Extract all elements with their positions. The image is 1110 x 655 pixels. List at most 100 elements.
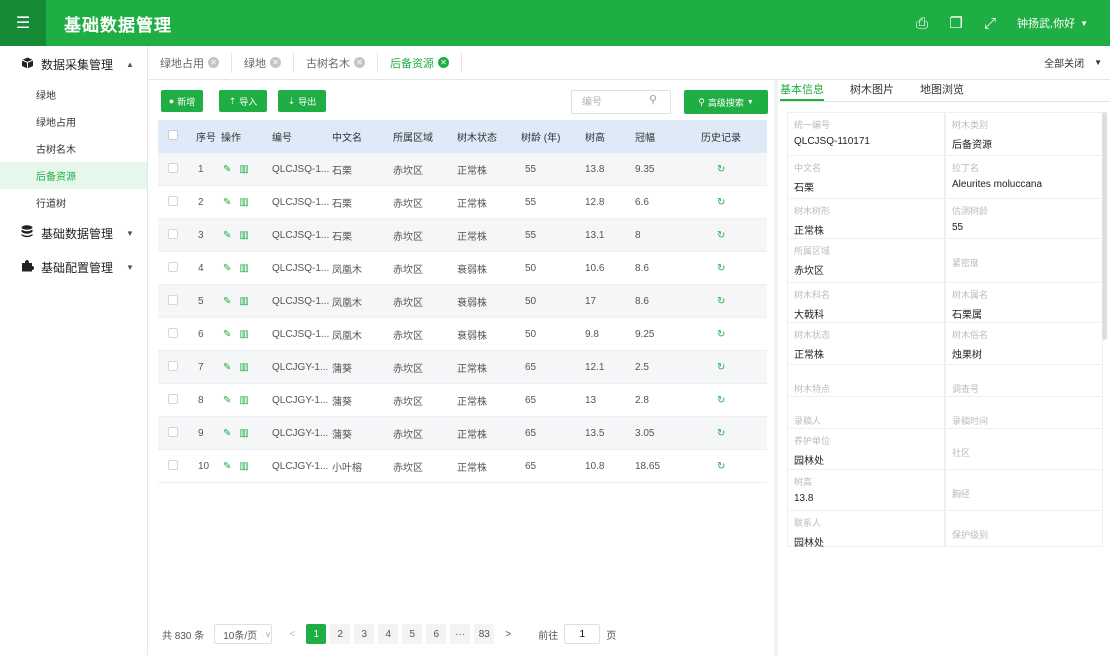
edit-icon[interactable]: ✎: [223, 329, 231, 340]
close-icon[interactable]: ✕: [438, 57, 449, 68]
page-number-button[interactable]: 4: [378, 624, 399, 644]
page-number-button[interactable]: 5: [402, 624, 423, 644]
page-number-button[interactable]: 2: [330, 624, 351, 644]
detail-scrollbar[interactable]: [1102, 112, 1107, 340]
row-checkbox[interactable]: [168, 261, 178, 272]
history-icon[interactable]: ↻: [717, 296, 725, 307]
column-header[interactable]: 编号: [269, 129, 332, 144]
select-all-checkbox[interactable]: [168, 130, 178, 140]
prev-page-button[interactable]: <: [282, 624, 302, 644]
close-icon[interactable]: ✕: [270, 57, 281, 68]
next-page-button[interactable]: >: [498, 624, 518, 644]
delete-icon[interactable]: ▥: [239, 230, 248, 241]
delete-icon[interactable]: ▥: [239, 428, 248, 439]
column-header[interactable]: 中文名: [332, 129, 393, 144]
edit-icon[interactable]: ✎: [223, 428, 231, 439]
delete-icon[interactable]: ▥: [239, 296, 248, 307]
edit-icon[interactable]: ✎: [223, 296, 231, 307]
delete-icon[interactable]: ▥: [239, 164, 248, 175]
import-button[interactable]: ⇡ 导入: [219, 90, 267, 112]
table-row[interactable]: 1 ✎ ▥ QLCJSQ-1... 石栗 赤坎区 正常株 55 13.8 9.35 ↻: [158, 153, 767, 186]
column-header[interactable]: 历史记录: [695, 129, 755, 144]
menu-group-basic-data[interactable]: 基础数据管理 ▼: [0, 216, 147, 250]
row-checkbox[interactable]: [168, 393, 178, 404]
row-checkbox[interactable]: [168, 228, 178, 239]
delete-icon[interactable]: ▥: [239, 197, 248, 208]
tab-ancient-trees[interactable]: 古树名木 ✕: [294, 52, 378, 73]
column-header[interactable]: 所属区域: [393, 129, 457, 144]
delete-icon[interactable]: ▥: [239, 329, 248, 340]
delete-icon[interactable]: ▥: [239, 263, 248, 274]
copy-icon[interactable]: ❐: [939, 14, 973, 32]
column-header[interactable]: 操作: [221, 129, 269, 144]
edit-icon[interactable]: ✎: [223, 164, 231, 175]
tab-tree-images[interactable]: 树木图片: [850, 81, 894, 101]
table-row[interactable]: 2 ✎ ▥ QLCJSQ-1... 石栗 赤坎区 正常株 55 12.8 6.6 ↻: [158, 186, 767, 219]
hamburger-icon[interactable]: ☰: [0, 0, 46, 46]
add-button[interactable]: ● 新增: [161, 90, 203, 112]
edit-icon[interactable]: ✎: [223, 362, 231, 373]
fullscreen-icon[interactable]: ⤢: [973, 15, 1007, 32]
delete-icon[interactable]: ▥: [239, 362, 248, 373]
row-checkbox[interactable]: [168, 294, 178, 305]
row-checkbox[interactable]: [168, 162, 178, 173]
history-icon[interactable]: ↻: [717, 197, 725, 208]
search-icon[interactable]: ⚲: [649, 93, 657, 106]
table-row[interactable]: 5 ✎ ▥ QLCJSQ-1... 凤凰木 赤坎区 衰弱株 50 17 8.6 ↻: [158, 285, 767, 318]
advanced-search-button[interactable]: ⚲ 高级搜索 ▼: [684, 90, 768, 114]
table-row[interactable]: 3 ✎ ▥ QLCJSQ-1... 石栗 赤坎区 正常株 55 13.1 8 ↻: [158, 219, 767, 252]
column-header[interactable]: 序号: [184, 129, 221, 144]
row-checkbox[interactable]: [168, 426, 178, 437]
tab-reserve-resources[interactable]: 后备资源 ✕: [378, 52, 462, 73]
goto-page-input[interactable]: [564, 624, 601, 644]
menu-group-data-collection[interactable]: 数据采集管理 ▲: [0, 47, 147, 81]
page-number-button[interactable]: 1: [306, 624, 327, 644]
table-row[interactable]: 8 ✎ ▥ QLCJGY-1... 蒲葵 赤坎区 正常株 65 13 2.8 ↻: [158, 384, 767, 417]
table-row[interactable]: 10 ✎ ▥ QLCJGY-1... 小叶榕 赤坎区 正常株 65 10.8 18.65 ↻: [158, 450, 767, 483]
history-icon[interactable]: ↻: [717, 362, 725, 373]
tab-greenland-occupation[interactable]: 绿地占用 ✕: [148, 52, 232, 73]
history-icon[interactable]: ↻: [717, 164, 725, 175]
page-number-button[interactable]: 83: [474, 624, 495, 644]
close-all-dropdown[interactable]: 全部关闭 ▼: [1044, 55, 1102, 70]
sidebar-item-street-trees[interactable]: 行道树: [0, 189, 147, 216]
delete-icon[interactable]: ▥: [239, 395, 248, 406]
edit-icon[interactable]: ✎: [223, 197, 231, 208]
sidebar-item-reserve-resources[interactable]: 后备资源: [0, 162, 147, 189]
page-number-button[interactable]: 3: [354, 624, 375, 644]
column-header[interactable]: 树高: [585, 129, 635, 144]
delete-icon[interactable]: ▥: [239, 461, 248, 472]
row-checkbox[interactable]: [168, 327, 178, 338]
edit-icon[interactable]: ✎: [223, 395, 231, 406]
column-header[interactable]: 冠幅: [635, 129, 695, 144]
page-number-button[interactable]: 6: [426, 624, 447, 644]
page-size-select[interactable]: 10条/页 ∨: [214, 624, 273, 644]
table-row[interactable]: 9 ✎ ▥ QLCJGY-1... 蒲葵 赤坎区 正常株 65 13.5 3.05 ↻: [158, 417, 767, 450]
tab-map-view[interactable]: 地图浏览: [920, 81, 964, 101]
column-header[interactable]: 树龄 (年): [521, 129, 585, 144]
row-checkbox[interactable]: [168, 360, 178, 371]
row-checkbox[interactable]: [168, 459, 178, 470]
edit-icon[interactable]: ✎: [223, 263, 231, 274]
tab-basic-info[interactable]: 基本信息: [780, 81, 824, 101]
sidebar-item-ancient-trees[interactable]: 古树名木: [0, 135, 147, 162]
close-icon[interactable]: ✕: [208, 57, 219, 68]
history-icon[interactable]: ↻: [717, 428, 725, 439]
history-icon[interactable]: ↻: [717, 329, 725, 340]
table-row[interactable]: 4 ✎ ▥ QLCJSQ-1... 凤凰木 赤坎区 衰弱株 50 10.6 8.6 ↻: [158, 252, 767, 285]
edit-icon[interactable]: ✎: [223, 461, 231, 472]
user-menu[interactable]: 钟扬武,你好 ▼: [1017, 15, 1088, 31]
edit-icon[interactable]: ✎: [223, 230, 231, 241]
history-icon[interactable]: ↻: [717, 395, 725, 406]
row-checkbox[interactable]: [168, 195, 178, 206]
history-icon[interactable]: ↻: [717, 230, 725, 241]
history-icon[interactable]: ↻: [717, 461, 725, 472]
print-icon[interactable]: ⎙: [905, 15, 939, 32]
sidebar-item-greenland-occupation[interactable]: 绿地占用: [0, 108, 147, 135]
tab-greenland[interactable]: 绿地 ✕: [232, 52, 294, 73]
page-ellipsis[interactable]: ···: [450, 624, 471, 644]
menu-group-basic-config[interactable]: 基础配置管理 ▼: [0, 250, 147, 284]
table-row[interactable]: 6 ✎ ▥ QLCJSQ-1... 凤凰木 赤坎区 衰弱株 50 9.8 9.25 ↻: [158, 318, 767, 351]
sidebar-item-greenland[interactable]: 绿地: [0, 81, 147, 108]
export-button[interactable]: ⇣ 导出: [278, 90, 326, 112]
